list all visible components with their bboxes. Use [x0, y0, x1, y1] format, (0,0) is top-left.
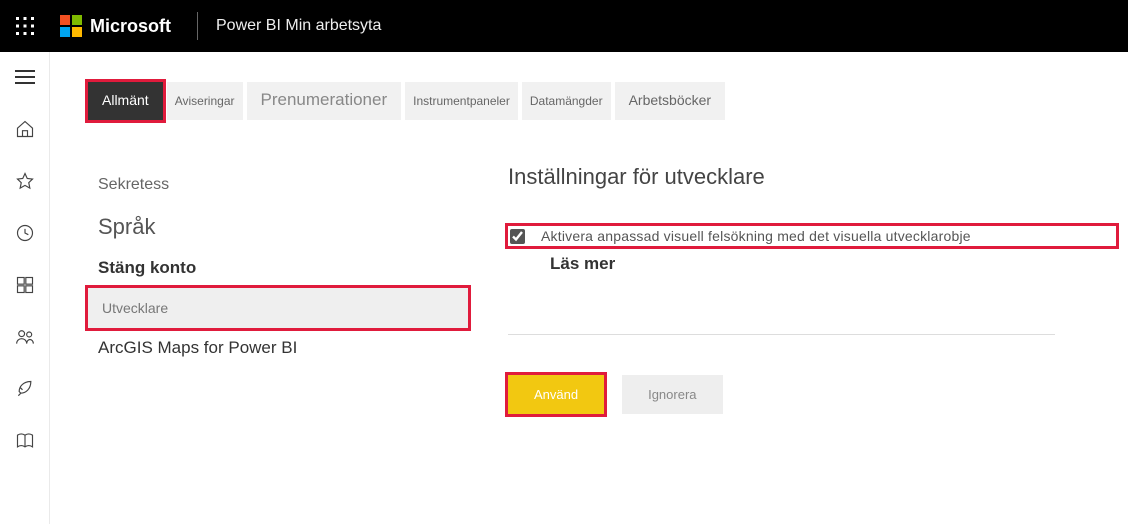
rocket-icon: [15, 379, 35, 399]
nav-home[interactable]: [0, 114, 50, 144]
app-title: Power BI Min arbetsyta: [206, 17, 381, 35]
divider: [197, 12, 198, 40]
brand-text: Microsoft: [90, 16, 171, 37]
enable-custom-visual-debug-row: Aktivera anpassad visuell felsökning med…: [508, 226, 1116, 246]
menu-toggle-button[interactable]: [0, 62, 50, 92]
section-privacy[interactable]: Sekretess: [88, 164, 468, 206]
app-launcher-icon[interactable]: [0, 0, 50, 52]
panel-title: Inställningar för utvecklare: [508, 164, 1116, 190]
left-nav-rail: [0, 52, 50, 524]
tab-dashboards[interactable]: Instrumentpaneler: [405, 82, 518, 120]
app-grid-icon: [15, 275, 35, 295]
tab-general[interactable]: Allmänt: [88, 82, 163, 120]
microsoft-logo-icon: [60, 15, 82, 37]
nav-recent[interactable]: [0, 218, 50, 248]
hamburger-icon: [15, 70, 35, 84]
nav-favorites[interactable]: [0, 166, 50, 196]
section-developer[interactable]: Utvecklare: [88, 288, 468, 328]
nav-apps[interactable]: [0, 270, 50, 300]
section-language-heading: Språk: [88, 206, 468, 248]
section-close-account[interactable]: Stäng konto: [88, 248, 468, 288]
discard-button[interactable]: Ignorera: [622, 375, 722, 414]
clock-icon: [15, 223, 35, 243]
microsoft-brand[interactable]: Microsoft: [50, 0, 189, 52]
enable-custom-visual-debug-label: Aktivera anpassad visuell felsökning med…: [541, 228, 971, 244]
divider: [508, 334, 1055, 335]
enable-custom-visual-debug-checkbox[interactable]: [510, 229, 525, 244]
tab-workbooks[interactable]: Arbetsböcker: [615, 82, 725, 120]
nav-shared[interactable]: [0, 322, 50, 352]
star-icon: [15, 171, 35, 191]
global-header: Microsoft Power BI Min arbetsyta: [0, 0, 1128, 52]
people-icon: [15, 327, 35, 347]
tab-datasets[interactable]: Datamängder: [522, 82, 611, 120]
tab-alerts[interactable]: Aviseringar: [167, 82, 243, 120]
developer-settings-panel: Inställningar för utvecklare Aktivera an…: [508, 164, 1128, 414]
book-icon: [15, 431, 35, 451]
nav-learn[interactable]: [0, 426, 50, 456]
nav-workspaces[interactable]: [0, 374, 50, 404]
learn-more-link[interactable]: Läs mer: [550, 254, 1116, 274]
action-buttons: Använd Ignorera: [508, 375, 1116, 414]
settings-tabs: Allmänt Aviseringar Prenumerationer Inst…: [88, 82, 1128, 120]
section-arcgis[interactable]: ArcGIS Maps for Power BI: [88, 328, 468, 368]
tab-subscriptions[interactable]: Prenumerationer: [247, 82, 402, 120]
home-icon: [15, 119, 35, 139]
main-content: Allmänt Aviseringar Prenumerationer Inst…: [50, 52, 1128, 524]
settings-section-list: Sekretess Språk Stäng konto Utvecklare A…: [88, 164, 508, 414]
apply-button[interactable]: Använd: [508, 375, 604, 414]
